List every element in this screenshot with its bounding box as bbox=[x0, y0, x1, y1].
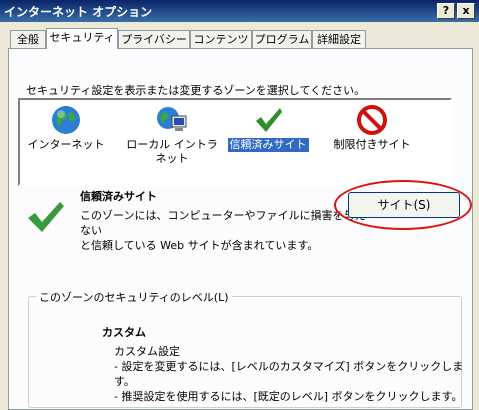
zone-instruction: セキュリティ設定を表示または変更するゾーンを選択してください。 bbox=[26, 84, 366, 97]
security-level-description: カスタム設定 - 設定を変更するには、[レベルのカスタマイズ] ボタンをクリック… bbox=[114, 345, 464, 403]
zone-internet[interactable]: インターネット bbox=[16, 104, 116, 152]
zone-restricted-sites[interactable]: 制限付きサイト bbox=[322, 104, 422, 152]
tab-privacy[interactable]: プライバシー bbox=[118, 30, 190, 48]
tab-content[interactable]: コンテンツ bbox=[190, 30, 252, 48]
annotation-ring bbox=[334, 180, 472, 230]
zone-label: 信頼済みサイト bbox=[227, 138, 309, 152]
security-level-name: カスタム bbox=[102, 326, 146, 339]
security-level-group-label: このゾーンのセキュリティのレベル(L) bbox=[36, 289, 232, 305]
close-button[interactable]: x bbox=[457, 3, 475, 19]
help-button[interactable]: ? bbox=[437, 3, 455, 19]
globe-icon bbox=[52, 106, 80, 134]
selected-zone-title: 信頼済みサイト bbox=[80, 190, 157, 203]
zone-list: インターネット ローカル イントラネット 信頼済みサイト 制限付きサイト bbox=[18, 98, 452, 186]
zone-label: ローカル イントラネット bbox=[126, 138, 218, 165]
trusted-zone-checkmark-icon bbox=[28, 202, 64, 232]
zone-trusted-sites[interactable]: 信頼済みサイト bbox=[218, 104, 318, 152]
title-bar: インターネット オプション ? x bbox=[0, 0, 479, 22]
window-title: インターネット オプション bbox=[4, 5, 153, 19]
tab-general[interactable]: 全般 bbox=[10, 30, 46, 48]
tab-security[interactable]: セキュリティ bbox=[46, 28, 118, 49]
restricted-icon bbox=[357, 105, 387, 135]
zone-label: インターネット bbox=[27, 138, 105, 151]
intranet-icon bbox=[157, 107, 187, 131]
zone-local-intranet[interactable]: ローカル イントラネット bbox=[122, 104, 222, 166]
tab-advanced[interactable]: 詳細設定 bbox=[312, 30, 366, 48]
tab-programs[interactable]: プログラム bbox=[252, 30, 312, 48]
checkmark-icon bbox=[256, 108, 282, 132]
zone-label: 制限付きサイト bbox=[333, 138, 411, 151]
selected-zone-description: このゾーンには、コンピューターやファイルに損害を与えない と信頼している Web… bbox=[80, 209, 366, 252]
